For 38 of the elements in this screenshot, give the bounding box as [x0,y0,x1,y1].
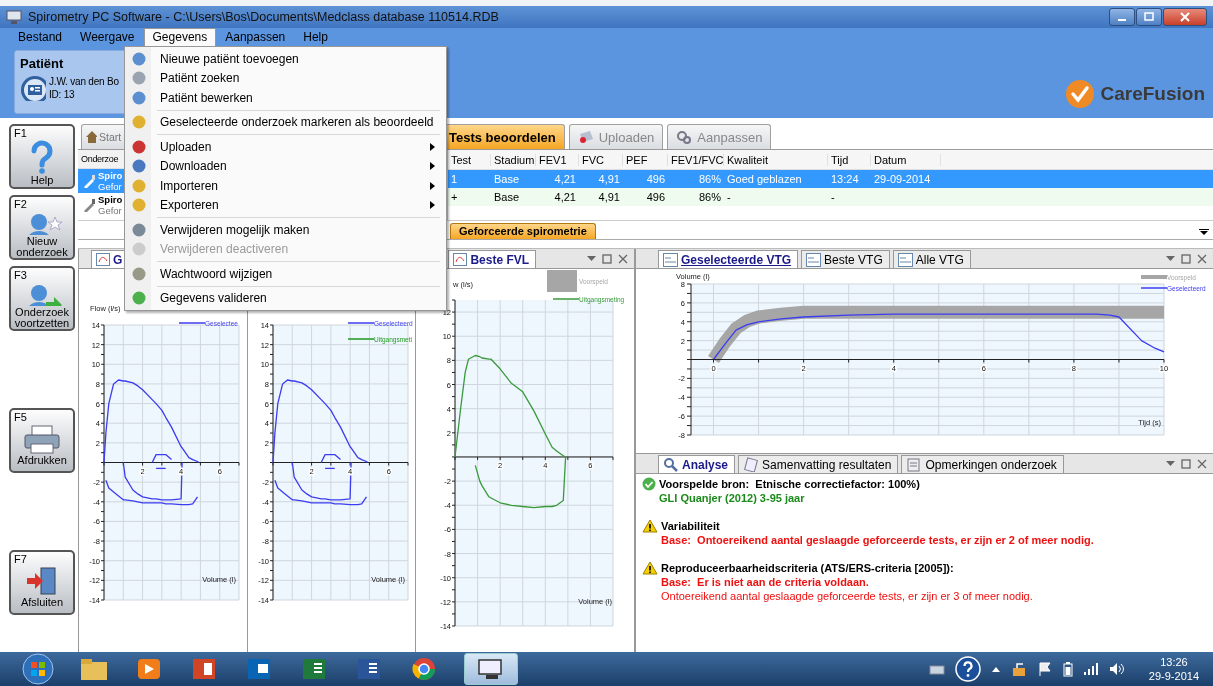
table-cell-text: 4,91 [597,191,621,203]
analysis-message: Base: Er is niet aan de criteria voldaan. [661,575,870,589]
table-cell-text: 4,21 [553,173,577,185]
table-cell-text: Base [493,191,521,203]
card-title: Patiënt [20,56,64,71]
column-header: Test [448,153,491,166]
logo-text: CareFusion [1100,83,1205,105]
analysis-title: Voorspelde bron: Etnische correctiefactor: 100%) [659,477,920,491]
analysis-message: Ontoereikend aantal geslaagde geforceerde tests, er zijn er 3 of meer nodig. [661,589,1033,603]
table-cell-text: Goed geblazen [726,173,803,185]
column-header: FEV1 [536,153,579,166]
table-cell-text: + [450,191,459,203]
table-cell-text: 86% [697,191,722,203]
table-cell-text: 496 [645,173,666,185]
column-header: PEF [623,153,668,166]
table-cell-text: - [830,191,836,203]
analysis-title: Reproduceerbaarheidscriteria (ATS/ERS-criteria [2005]): [661,561,955,575]
table-cell-text: Base [493,173,521,185]
analysis-message: GLI Quanjer (2012) 3-95 jaar [659,491,806,505]
table-cell-text: 1 [450,173,459,185]
window-title: Spirometry PC Software - C:\Users\Bos\Documents\Medclass database 110514.RDB [28,10,500,24]
patient-id: ID: 13 [49,88,76,101]
analysis-message: Base: Ontoereikend aantal geslaagde geforceerde tests, er zijn er 2 of meer nodig. [661,533,1094,547]
analysis-title: Variabiliteit [661,519,721,533]
table-cell-text: 13:24 [830,173,860,185]
table-cell-text: 86% [697,173,722,185]
column-header: FEV1/FVC [668,153,724,166]
column-header: FVC [579,153,623,166]
column-header: Kwaliteit [724,153,828,166]
table-cell-text: 496 [645,191,666,203]
table-cell-text: - [726,191,732,203]
patient-name: J.W. van den Bo [49,75,119,88]
table-cell-text: 4,21 [553,191,577,203]
column-header: Datum [871,153,941,166]
column-header: Tijd [828,153,871,166]
column-header: Stadium [491,153,536,166]
table-cell-text: 29-09-2014 [873,173,932,185]
table-cell-text: 4,91 [597,173,621,185]
